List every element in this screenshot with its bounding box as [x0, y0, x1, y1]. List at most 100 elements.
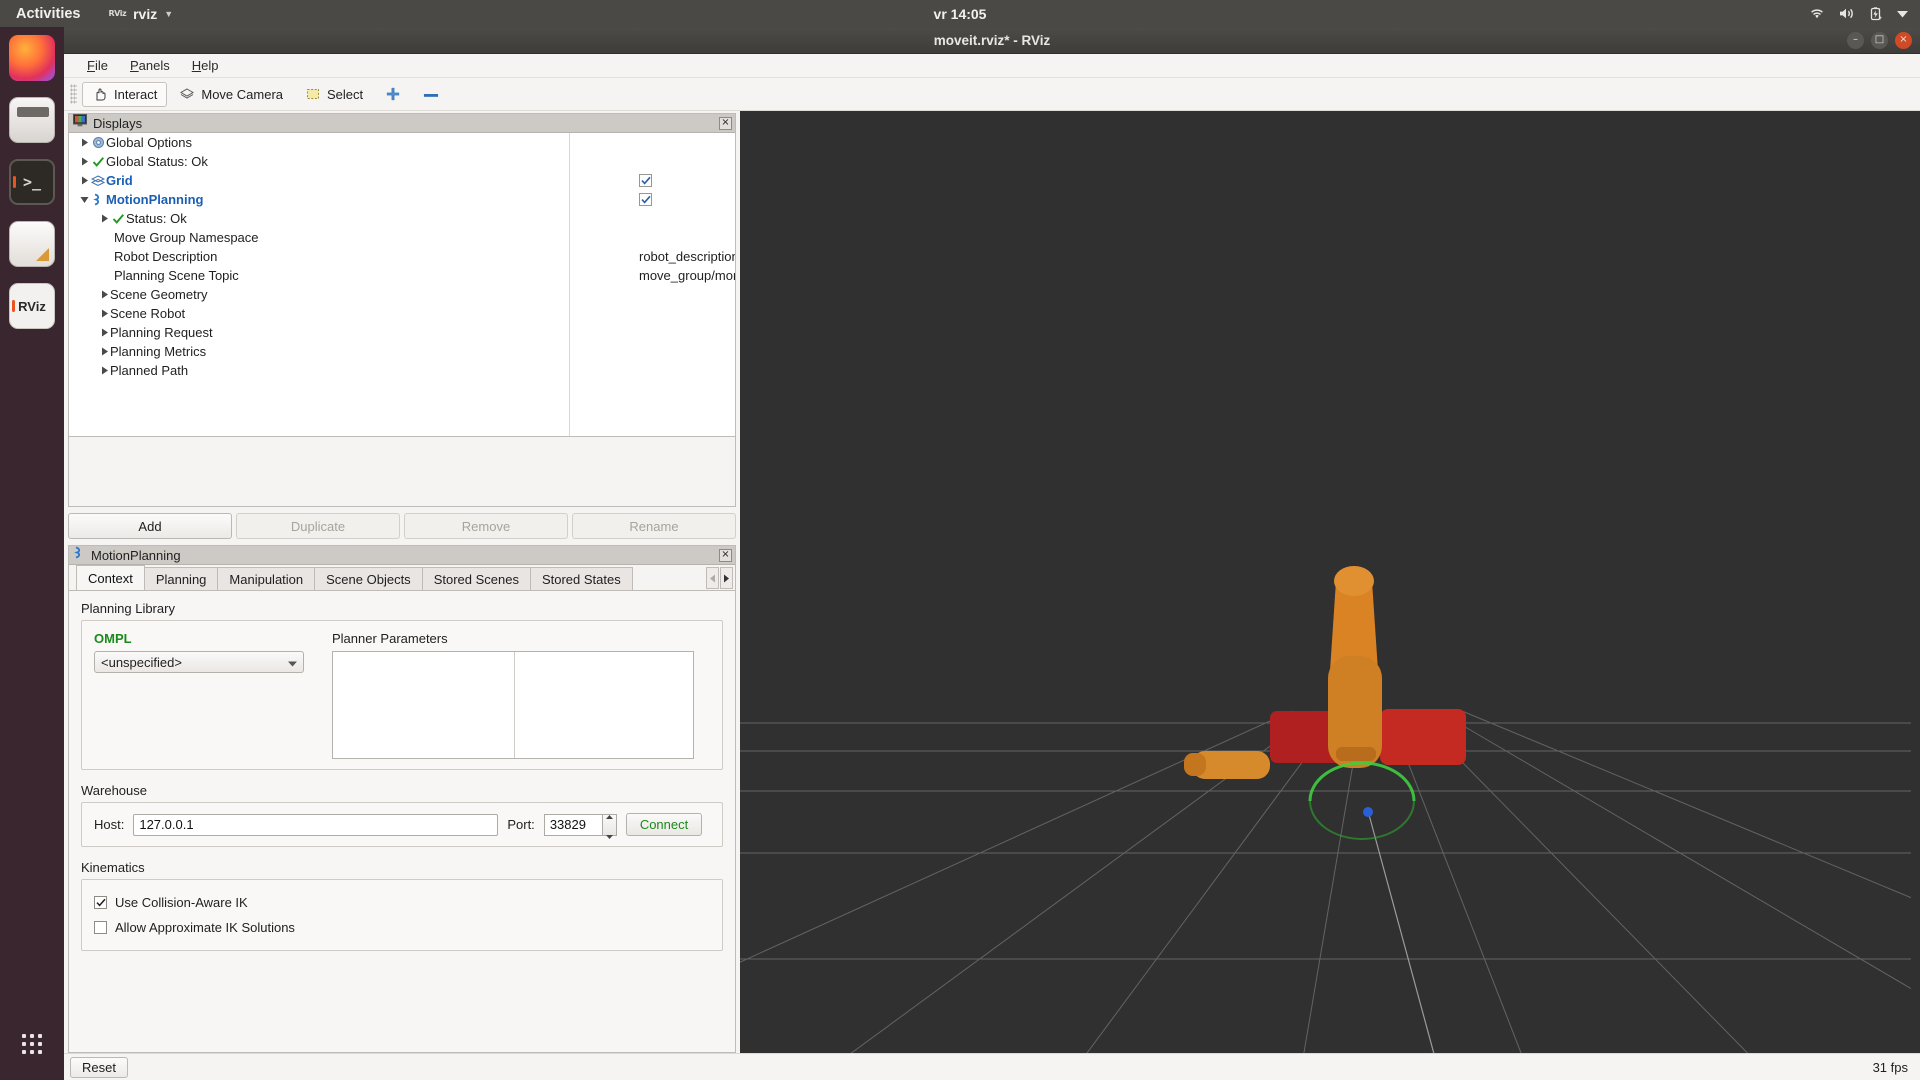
activities-button[interactable]: Activities: [16, 6, 80, 22]
stepper-up-icon[interactable]: [605, 806, 613, 824]
window-title: moveit.rviz* - RViz: [933, 32, 1051, 48]
displays-tree[interactable]: Global Options Global Status: Ok Grid Mo…: [69, 133, 735, 436]
chevron-right-icon[interactable]: [99, 289, 110, 300]
displays-button-row: Add Duplicate Remove Rename: [68, 513, 736, 539]
tab-context[interactable]: Context: [76, 565, 145, 590]
tool-move-camera[interactable]: Move Camera: [169, 82, 293, 107]
tab-planning[interactable]: Planning: [143, 567, 219, 590]
chevron-right-icon[interactable]: [99, 365, 110, 376]
motionplanning-enabled-checkbox[interactable]: [639, 193, 652, 206]
tree-row-status[interactable]: Status: Ok: [69, 209, 735, 228]
remove-button[interactable]: Remove: [404, 513, 568, 539]
tool-focus-camera[interactable]: [375, 82, 411, 107]
dock-item-firefox[interactable]: [0, 27, 64, 89]
chevron-right-icon[interactable]: [99, 308, 110, 319]
dock-item-files[interactable]: [0, 89, 64, 151]
planning-library-label: Planning Library: [81, 601, 175, 616]
planner-combo[interactable]: <unspecified>: [94, 651, 304, 673]
tree-row-motionplanning[interactable]: MotionPlanning: [69, 190, 735, 209]
tree-row-global-options[interactable]: Global Options: [69, 133, 735, 152]
host-input[interactable]: 127.0.0.1: [133, 813, 499, 836]
chevron-right-icon[interactable]: [99, 346, 110, 357]
chevron-right-icon[interactable]: [79, 156, 90, 167]
context-tab-body: Planning Library OMPL <unspecified> Plan…: [69, 591, 735, 1052]
tree-row-grid[interactable]: Grid: [69, 171, 735, 190]
planner-parameters-label: Planner Parameters: [332, 631, 448, 646]
tree-row-move-group-namespace[interactable]: Move Group Namespace: [69, 228, 735, 247]
tree-label: MotionPlanning: [106, 192, 204, 207]
tree-row-planning-scene-topic[interactable]: Planning Scene Topic move_group/monitor.…: [69, 266, 735, 285]
system-tray[interactable]: [1809, 6, 1908, 21]
planner-parameters-table[interactable]: [332, 651, 694, 759]
tree-row-planning-request[interactable]: Planning Request: [69, 323, 735, 342]
show-applications-button[interactable]: [0, 1018, 64, 1070]
dock-item-rviz[interactable]: RViz: [0, 275, 64, 337]
clock[interactable]: vr 14:05: [934, 6, 987, 22]
dock-item-text-editor[interactable]: [0, 213, 64, 275]
tab-scroll-left-button[interactable]: [706, 567, 719, 589]
chevron-right-icon[interactable]: [99, 327, 110, 338]
tool-measure[interactable]: [413, 82, 449, 107]
rename-button[interactable]: Rename: [572, 513, 736, 539]
dock-item-terminal[interactable]: >_: [0, 151, 64, 213]
tree-row-global-status[interactable]: Global Status: Ok: [69, 152, 735, 171]
port-input-value[interactable]: 33829: [543, 813, 602, 836]
chevron-down-icon: ▼: [164, 8, 174, 19]
displays-property-area: [68, 437, 736, 507]
add-button[interactable]: Add: [68, 513, 232, 539]
tab-scroll-right-button[interactable]: [720, 567, 733, 589]
select-rect-icon: [305, 87, 321, 102]
app-menu-button[interactable]: RViz rviz ▼: [108, 6, 173, 22]
firefox-icon: [9, 35, 55, 81]
tree-row-scene-robot[interactable]: Scene Robot: [69, 304, 735, 323]
allow-approximate-ik-checkbox[interactable]: [94, 921, 107, 934]
tree-row-robot-description[interactable]: Robot Description robot_description: [69, 247, 735, 266]
menu-help[interactable]: Help: [181, 56, 230, 75]
allow-approximate-ik-row[interactable]: Allow Approximate IK Solutions: [94, 915, 710, 940]
tab-manipulation[interactable]: Manipulation: [217, 567, 316, 590]
gear-icon: [90, 136, 106, 149]
menu-panels[interactable]: Panels: [119, 56, 181, 75]
tree-row-planned-path[interactable]: Planned Path: [69, 361, 735, 380]
reset-button[interactable]: Reset: [70, 1056, 128, 1078]
tab-scene-objects[interactable]: Scene Objects: [314, 567, 423, 590]
tree-row-planning-metrics[interactable]: Planning Metrics: [69, 342, 735, 361]
close-icon[interactable]: ×: [719, 116, 732, 130]
stepper-down-icon[interactable]: [605, 826, 613, 844]
tree-row-scene-geometry[interactable]: Scene Geometry: [69, 285, 735, 304]
chevron-down-icon[interactable]: [79, 194, 90, 205]
tool-interact[interactable]: Interact: [82, 81, 168, 107]
chevron-right-icon[interactable]: [79, 137, 90, 148]
params-column-value: [515, 652, 693, 758]
render-viewport-3d[interactable]: [740, 111, 1920, 1053]
tree-label: Planning Metrics: [110, 344, 207, 359]
minimize-button[interactable]: –: [1847, 31, 1864, 49]
port-spinbox[interactable]: 33829: [543, 813, 617, 839]
window-titlebar[interactable]: moveit.rviz* - RViz – □ ×: [64, 27, 1920, 54]
toolbar-grip[interactable]: [70, 84, 77, 104]
tab-stored-scenes[interactable]: Stored Scenes: [421, 567, 531, 590]
close-icon[interactable]: ×: [719, 548, 732, 562]
chevron-right-icon[interactable]: [99, 213, 110, 224]
motionplanning-panel-header: MotionPlanning ×: [69, 546, 735, 565]
wifi-icon: [1809, 7, 1825, 20]
duplicate-button[interactable]: Duplicate: [236, 513, 400, 539]
port-stepper[interactable]: [601, 813, 617, 839]
close-button[interactable]: ×: [1895, 31, 1912, 49]
menu-file[interactable]: File: [76, 56, 119, 75]
use-collision-aware-ik-row[interactable]: Use Collision-Aware IK: [94, 890, 710, 915]
use-collision-aware-ik-checkbox[interactable]: [94, 896, 107, 909]
layers-icon: [90, 174, 106, 187]
rviz-icon-label: RViz: [18, 298, 46, 314]
planning-library-group: OMPL <unspecified> Planner Parameters: [81, 620, 723, 770]
maximize-button[interactable]: □: [1871, 31, 1888, 49]
tool-select-label: Select: [327, 86, 364, 102]
chevron-right-icon[interactable]: [79, 175, 90, 186]
tree-label: Robot Description: [114, 249, 218, 264]
grid-enabled-checkbox[interactable]: [639, 174, 652, 187]
tool-select[interactable]: Select: [295, 82, 373, 107]
chevron-down-icon: [288, 655, 297, 670]
tree-label: Status: Ok: [126, 211, 187, 226]
tab-stored-states[interactable]: Stored States: [529, 567, 633, 590]
connect-button[interactable]: Connect: [625, 813, 703, 836]
